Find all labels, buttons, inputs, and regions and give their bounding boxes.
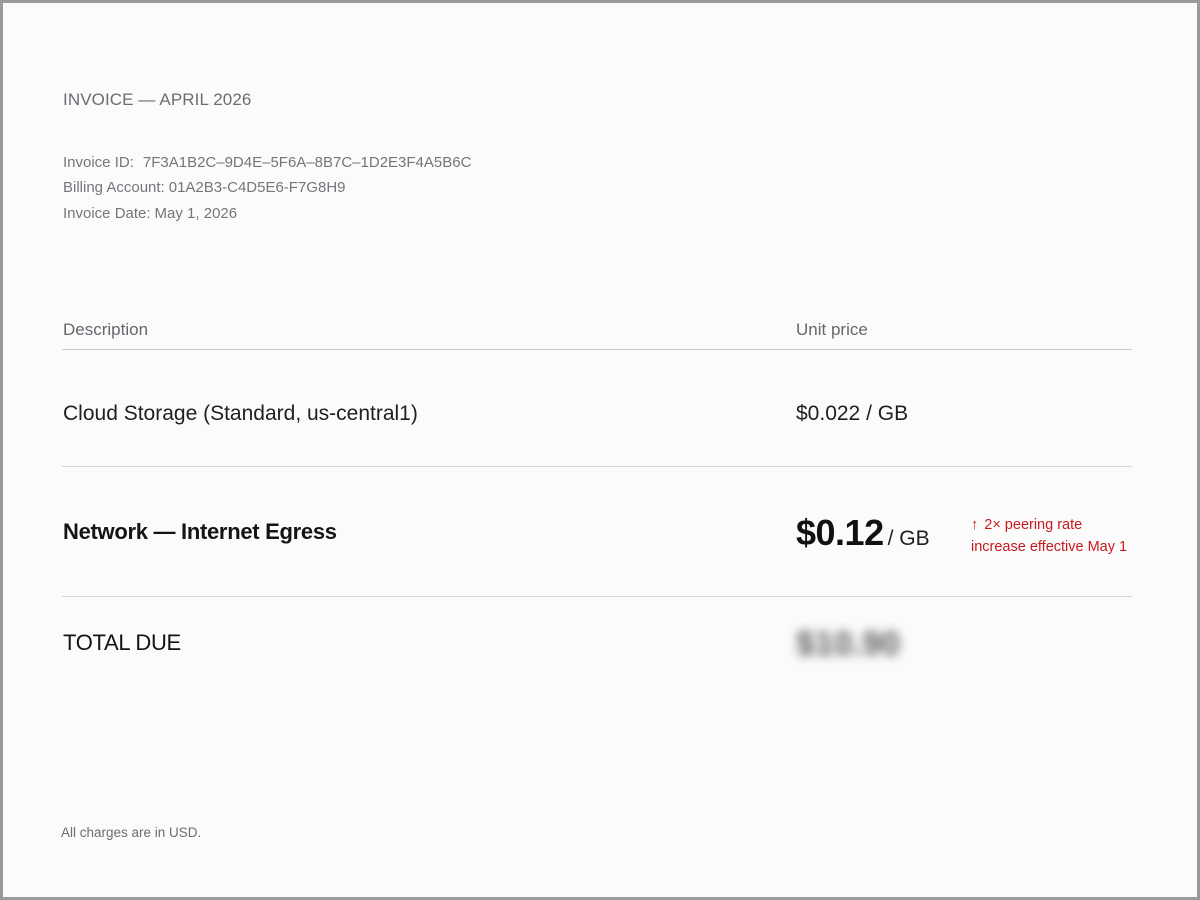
billing-account-value: 01A2B3-C4D5E6-F7G8H9 [168, 179, 346, 196]
header-divider [62, 349, 1132, 350]
invoice-date-value: May 1, 2026 [154, 205, 238, 222]
invoice-title: INVOICE — APRIL 2026 [63, 90, 252, 109]
currency-footnote: All charges are in USD. [61, 825, 202, 840]
column-header-unit-price: Unit price [796, 320, 868, 339]
row-divider [62, 596, 1132, 597]
row-divider [62, 466, 1132, 467]
billing-account-label: Billing Account: [63, 179, 165, 196]
invoice-date-label: Invoice Date: [63, 205, 151, 222]
total-due-amount-blurred: $10.90 [796, 625, 900, 663]
line-item-unit-price: $0.022 / GB [796, 402, 909, 425]
note-text-1: 2× peering rate [984, 517, 1083, 533]
invoice-id-label: Invoice ID: [63, 154, 134, 171]
invoice-page: INVOICE — APRIL 2026 Invoice ID: 7F3A1B2C… [3, 3, 1197, 897]
price-increase-note: ↑ 2× peering rate increase effective May … [971, 514, 1127, 558]
column-header-description: Description [63, 320, 149, 339]
line-item-unit-price: $0.12/ GB [796, 512, 930, 554]
line-item-description: Network — Internet Egress [63, 519, 337, 544]
invoice-id-value: 7F3A1B2C–9D4E–5F6A–8B7C–1D2E3F4A5B6C [142, 154, 472, 171]
total-due-label: TOTAL DUE [63, 630, 181, 655]
line-item-description: Cloud Storage (Standard, us-central1) [63, 402, 418, 425]
invoice-id-line: Invoice ID: 7F3A1B2C–9D4E–5F6A–8B7C–1D2E3… [63, 154, 471, 171]
arrow-up-icon: ↑ [971, 517, 979, 533]
billing-account-line: Billing Account: 01A2B3-C4D5E6-F7G8H9 [63, 179, 346, 196]
note-line-1: ↑ 2× peering rate [971, 514, 1127, 536]
invoice-date-line: Invoice Date: May 1, 2026 [63, 205, 237, 222]
unit-price-amount: $0.12 [796, 512, 884, 553]
note-text-2: increase effective May 1 [971, 539, 1128, 555]
unit-price-unit: / GB [887, 527, 930, 550]
